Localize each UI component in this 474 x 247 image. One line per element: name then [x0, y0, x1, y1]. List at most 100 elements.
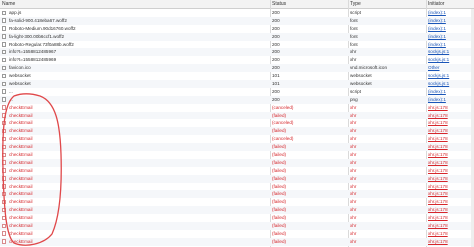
request-row[interactable]: checkEmail (failed) xhr xhr.js:178	[0, 214, 474, 222]
file-icon	[2, 49, 6, 55]
initiator-link[interactable]: xhr.js:178	[428, 152, 448, 157]
initiator-link[interactable]: (index):1	[428, 18, 446, 23]
request-row[interactable]: checkEmail (failed) xhr xhr.js:178	[0, 190, 474, 199]
initiator-link[interactable]: xhr.js:178	[428, 199, 448, 204]
request-name: checkEmail	[9, 223, 33, 229]
request-name: checkEmail	[9, 199, 33, 205]
initiator-link[interactable]: xhr.js:178	[428, 168, 448, 173]
request-initiator-cell: xhr.js:178	[426, 112, 474, 120]
initiator-link[interactable]: (index):1	[428, 89, 446, 94]
request-status: 200	[272, 10, 280, 15]
request-name-cell: checkEmail	[0, 143, 270, 151]
column-header-type[interactable]: Type	[348, 0, 426, 8]
request-row[interactable]: checkEmail (failed) xhr xhr.js:178	[0, 167, 474, 175]
request-type: xhr	[350, 49, 357, 55]
request-row[interactable]: ... 200 script (index):1	[0, 88, 474, 96]
request-status: (failed)	[272, 159, 287, 165]
initiator-link[interactable]: xhr.js:178	[428, 215, 448, 220]
request-name-cell: ...	[0, 88, 270, 96]
request-row[interactable]: checkEmail (failed) xhr xhr.js:178	[0, 174, 474, 183]
request-initiator-cell: xhr.js:178	[426, 230, 474, 238]
file-icon	[2, 231, 6, 236]
initiator-link[interactable]: xhr.js:178	[428, 160, 448, 165]
request-row[interactable]: info?t=1558812485969 200 xhr sockjs.js:1	[0, 56, 474, 64]
initiator-link[interactable]: xhr.js:178	[428, 223, 448, 228]
request-initiator-cell: xhr.js:178	[426, 104, 474, 112]
initiator-link[interactable]: (index):1	[428, 97, 446, 102]
request-name-cell: websocket	[0, 72, 270, 80]
request-row[interactable]: checkEmail (canceled) xhr xhr.js:178	[0, 119, 474, 127]
file-icon	[2, 191, 6, 197]
request-type: websocket	[350, 73, 372, 79]
request-row[interactable]: app.js 200 script (index):1	[0, 9, 474, 17]
request-type: vnd.microsoft.icon	[350, 65, 388, 71]
request-row[interactable]: ... 200 png (index):1	[0, 95, 474, 104]
initiator-link[interactable]: xhr.js:178	[428, 105, 448, 110]
file-icon	[2, 176, 6, 181]
initiator-link[interactable]: xhr.js:178	[428, 128, 448, 133]
request-type: xhr	[350, 223, 357, 229]
initiator-link[interactable]: (index):1	[428, 34, 446, 39]
initiator-link[interactable]: sockjs.js:1	[428, 81, 449, 86]
initiator-link[interactable]: sockjs.js:1	[428, 49, 449, 54]
initiator-link[interactable]: xhr.js:178	[428, 231, 448, 236]
request-row[interactable]: checkEmail (canceled) xhr xhr.js:178	[0, 104, 474, 112]
initiator-link[interactable]: xhr.js:178	[428, 136, 448, 141]
request-row[interactable]: checkEmail (failed) xhr xhr.js:178	[0, 198, 474, 206]
request-type: xhr	[350, 159, 357, 165]
initiator-link[interactable]: xhr.js:178	[428, 239, 448, 244]
request-type: xhr	[350, 120, 357, 126]
request-name: favicon.ico	[9, 65, 31, 71]
initiator-link[interactable]: xhr.js:178	[428, 113, 448, 118]
initiator-link[interactable]: xhr.js:178	[428, 184, 448, 189]
initiator-link[interactable]: xhr.js:178	[428, 144, 448, 149]
request-row[interactable]: checkEmail (failed) xhr xhr.js:178	[0, 222, 474, 230]
request-row[interactable]: checkEmail (failed) xhr xhr.js:178	[0, 111, 474, 120]
request-row[interactable]: checkEmail (failed) xhr xhr.js:178	[0, 206, 474, 215]
request-status: (failed)	[272, 215, 287, 221]
request-status: 200	[272, 17, 280, 23]
request-row[interactable]: favicon.ico 200 vnd.microsoft.icon Other	[0, 64, 474, 73]
initiator-link[interactable]: (index):1	[428, 26, 446, 31]
request-row[interactable]: checkEmail (canceled) xhr xhr.js:178	[0, 135, 474, 143]
request-row[interactable]: Roboto-Regular.73f0a88b.woff2 200 font (ind…	[0, 41, 474, 49]
request-type: xhr	[350, 57, 357, 63]
file-icon	[2, 26, 6, 31]
initiator-link[interactable]: xhr.js:178	[428, 176, 448, 181]
request-status: 200	[272, 57, 280, 63]
request-name: checkEmail	[9, 159, 33, 165]
initiator-link[interactable]: Other	[428, 65, 440, 70]
request-row[interactable]: checkEmail (failed) xhr xhr.js:178	[0, 183, 474, 191]
request-row[interactable]: websocket 101 websocket sockjs.js:1	[0, 72, 474, 80]
request-status: (failed)	[272, 223, 287, 229]
column-header-status[interactable]: Status	[270, 0, 348, 8]
request-name: checkEmail	[9, 191, 33, 197]
initiator-link[interactable]: sockjs.js:1	[428, 73, 449, 78]
column-header-name[interactable]: Name	[0, 0, 270, 8]
initiator-link[interactable]: xhr.js:178	[428, 120, 448, 125]
initiator-link[interactable]: (index):1	[428, 10, 446, 15]
request-name: info?t=1558812485967	[9, 49, 57, 55]
initiator-link[interactable]: xhr.js:178	[428, 191, 448, 196]
file-icon	[2, 215, 6, 221]
column-header-initiator[interactable]: Initiator	[426, 0, 474, 8]
request-type: xhr	[350, 191, 357, 197]
request-row[interactable]: fa-solid-900.418eba67.woff2 200 font (index…	[0, 16, 474, 25]
request-row[interactable]: checkEmail (failed) xhr xhr.js:178	[0, 158, 474, 167]
request-initiator-cell: Other	[426, 64, 474, 72]
initiator-link[interactable]: xhr.js:178	[428, 207, 448, 212]
request-row[interactable]: info?t=1558812485967 200 xhr sockjs.js:1	[0, 48, 474, 57]
request-row[interactable]: checkEmail (failed) xhr xhr.js:178	[0, 151, 474, 159]
request-row[interactable]: Roboto-Medium.90d16760.woff2 200 font (inde…	[0, 25, 474, 33]
request-row[interactable]: checkEmail (failed) xhr xhr.js:178	[0, 230, 474, 238]
request-type: font	[350, 25, 358, 31]
request-row[interactable]: websocket 101 websocket sockjs.js:1	[0, 80, 474, 88]
request-row[interactable]: checkEmail (failed) xhr xhr.js:178	[0, 127, 474, 136]
initiator-link[interactable]: sockjs.js:1	[428, 57, 449, 62]
request-name-cell: checkEmail	[0, 222, 270, 230]
request-initiator-cell: xhr.js:178	[426, 238, 474, 246]
request-row[interactable]: fa-light-300.00b6ccf1.woff2 200 font (index…	[0, 32, 474, 41]
request-row[interactable]: checkEmail (failed) xhr xhr.js:178	[0, 237, 474, 246]
request-row[interactable]: checkEmail (failed) xhr xhr.js:178	[0, 143, 474, 152]
initiator-link[interactable]: (index):1	[428, 42, 446, 47]
